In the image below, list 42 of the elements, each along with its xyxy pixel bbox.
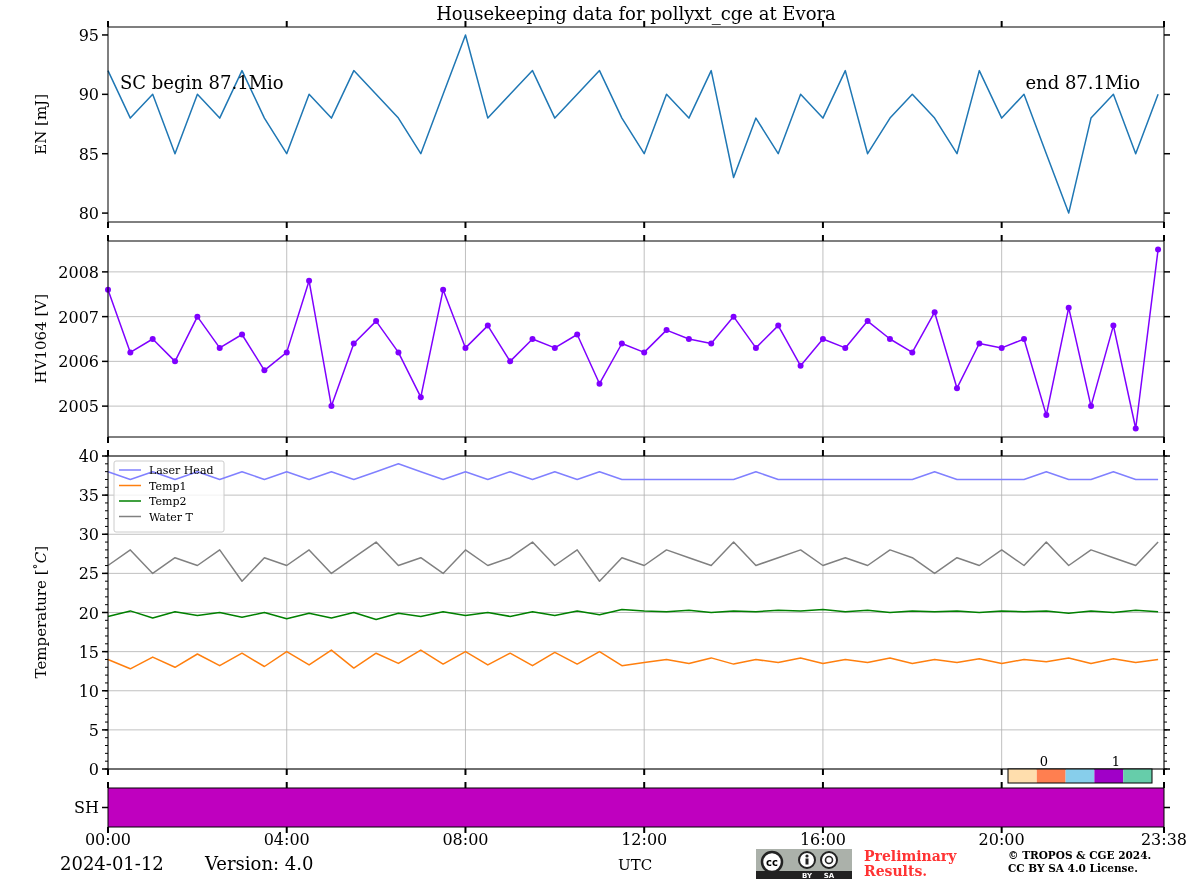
tick-label: 35	[78, 486, 99, 506]
tick-label: 15	[78, 642, 99, 662]
tick-label: 40	[78, 447, 99, 466]
x-axis-label: UTC	[618, 855, 654, 874]
tick-label: 08:00	[442, 830, 489, 849]
tick-label: 04:00	[263, 830, 310, 849]
date-label: 2024-01-12	[60, 852, 165, 874]
annotation-text: end 87.1Mio	[1025, 72, 1140, 93]
copyright-text: © TROPOS & CGE 2024.	[1008, 849, 1152, 862]
legend-label: Laser Head	[149, 464, 214, 477]
colorbar-tick-label: 0	[1039, 754, 1049, 769]
tick-label: 90	[78, 85, 99, 105]
tick-label: 20:00	[978, 830, 1025, 849]
tick-label: 25	[78, 564, 99, 584]
tick-label: 16:00	[799, 830, 846, 849]
badge-text: cc	[766, 857, 778, 868]
tick-label: 10	[78, 681, 99, 701]
copyright-text: CC BY SA 4.0 License.	[1008, 862, 1139, 875]
tick-label: 0	[88, 760, 99, 779]
tick-label: 2005	[58, 397, 99, 417]
tick-label: 20	[78, 603, 99, 623]
tick-label: 85	[78, 144, 99, 164]
colorbar-tick-label: 1	[1111, 754, 1121, 769]
version-label: Version: 4.0	[205, 852, 315, 874]
y-axis-label: EN [mJ]	[32, 94, 50, 155]
tick-label: 95	[78, 25, 99, 45]
tick-label: 23:38	[1140, 830, 1188, 849]
legend-label: Temp1	[149, 479, 187, 493]
tick-label: 00:00	[84, 830, 132, 849]
legend-label: Temp2	[149, 495, 187, 508]
tick-label: 5	[88, 720, 99, 740]
tick-label: 2008	[58, 262, 99, 282]
tick-label: 80	[78, 204, 99, 224]
tick-label: SH	[74, 798, 99, 817]
tick-label: 12:00	[621, 830, 668, 849]
tick-label: 2006	[58, 352, 99, 372]
preliminary-notice: Preliminary Results.	[864, 849, 958, 879]
legend-label: Water T	[149, 510, 193, 524]
chart-title: Housekeeping data for pollyxt_cge at Evora	[435, 2, 837, 27]
tick-label: 2007	[58, 307, 99, 327]
y-axis-label: HV1064 [V]	[32, 294, 50, 384]
tick-label: 30	[78, 525, 99, 545]
